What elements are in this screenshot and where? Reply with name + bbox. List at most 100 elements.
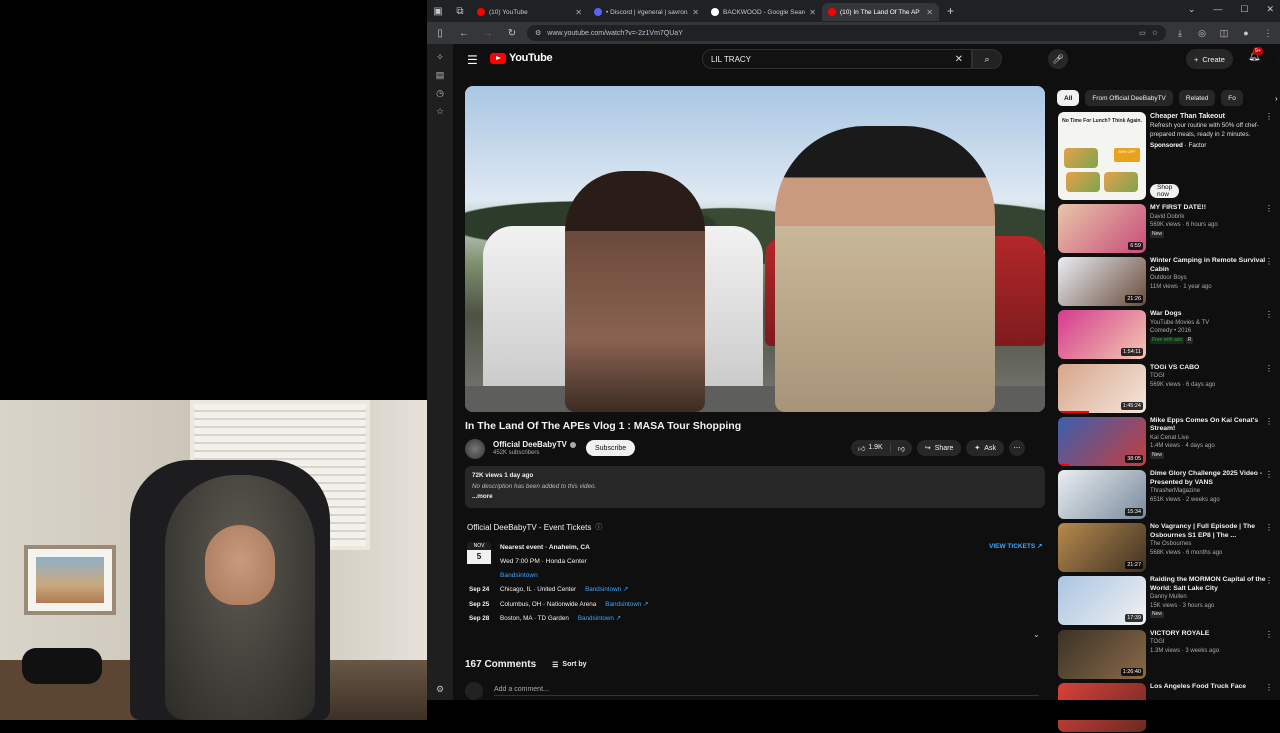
recommended-video[interactable]: 1:54:11 War Dogs YouTube Movies & TV Com…	[1058, 310, 1278, 360]
recommended-video[interactable]: 1:45:24 TOGi VS CABO TOGI 569K views · 6…	[1058, 363, 1278, 414]
filter-chip[interactable]: From Official DeeBabyTV	[1085, 90, 1173, 106]
chips-next-icon[interactable]: ›	[1275, 94, 1278, 103]
video-thumbnail[interactable]: 38:05	[1058, 416, 1146, 466]
download-icon[interactable]: ⤓	[1172, 28, 1188, 39]
video-menu-icon[interactable]: ⋮	[1265, 630, 1273, 639]
tab-title: (10) YouTube	[489, 8, 528, 16]
pip-icon[interactable]: ▭	[1139, 29, 1146, 37]
bookmark-star-icon[interactable]: ☆	[1152, 29, 1158, 37]
video-thumbnail[interactable]: 21:27	[1058, 523, 1146, 573]
favorites-icon[interactable]: ☆	[434, 106, 446, 117]
filter-chip[interactable]: Related	[1178, 90, 1216, 106]
guide-menu-icon[interactable]: ☰	[467, 53, 478, 67]
ad-menu-icon[interactable]: ⋮	[1265, 112, 1273, 121]
reload-icon[interactable]: ↻	[503, 28, 521, 39]
tickets-expand-chevron-icon[interactable]: ⌄	[1033, 630, 1040, 639]
back-icon[interactable]: ←	[455, 28, 473, 39]
sidebar-settings-icon[interactable]: ⚙	[434, 684, 446, 695]
video-thumbnail[interactable]: 1:45:24	[1058, 363, 1146, 413]
close-tab-icon[interactable]: ✕	[692, 8, 699, 17]
account-avatar[interactable]	[1276, 52, 1280, 66]
close-tab-icon[interactable]: ✕	[926, 8, 933, 17]
like-button[interactable]: 👍︎ 1.9K	[851, 443, 891, 453]
history-icon[interactable]: ◷	[434, 88, 446, 99]
video-thumbnail[interactable]: 6:59	[1058, 204, 1146, 253]
shop-now-button[interactable]: Shop now	[1150, 184, 1180, 198]
view-tickets-link[interactable]: VIEW TICKETS ↗	[989, 542, 1043, 550]
description-more[interactable]: ...more	[472, 492, 1038, 503]
video-menu-icon[interactable]: ⋮	[1265, 417, 1273, 426]
filter-chip[interactable]: Fo	[1221, 90, 1243, 106]
video-menu-icon[interactable]: ⋮	[1265, 683, 1273, 692]
tab-groups-icon[interactable]: ⧉	[449, 0, 471, 22]
video-menu-icon[interactable]: ⋮	[1265, 364, 1273, 373]
video-thumbnail[interactable]: 1:54:11	[1058, 310, 1146, 360]
video-thumbnail[interactable]: 21:26	[1058, 257, 1146, 307]
filter-chip[interactable]: All	[1057, 90, 1080, 106]
forward-icon[interactable]: →	[479, 28, 497, 39]
search-button[interactable]: ⌕	[972, 49, 1002, 69]
menu-dots-icon[interactable]: ⋮	[1260, 28, 1276, 39]
video-menu-icon[interactable]: ⋮	[1265, 310, 1273, 319]
sort-comments-button[interactable]: ☰ Sort by	[552, 661, 586, 669]
video-menu-icon[interactable]: ⋮	[1265, 257, 1273, 266]
recommended-video[interactable]: 21:27 No Vagrancy | Full Episode | The O…	[1058, 523, 1278, 573]
create-button[interactable]: + Create	[1186, 49, 1233, 69]
video-thumbnail[interactable]: 15:34	[1058, 470, 1146, 519]
address-bar[interactable]: ⚙ www.youtube.com/watch?v=-2z1Vm7QUaY ▭ …	[527, 25, 1166, 41]
recommended-video[interactable]: 17:39 Raiding the MORMON Capital of the …	[1058, 576, 1278, 626]
close-tab-icon[interactable]: ✕	[809, 8, 816, 17]
description-box[interactable]: 72K views 1 day ago No description has b…	[465, 466, 1045, 508]
browser-tab[interactable]: • Discord | #general | savrona's ✕	[588, 3, 705, 21]
site-info-icon[interactable]: ⚙	[535, 29, 541, 37]
info-icon[interactable]: ⓘ	[595, 522, 602, 532]
recommended-video[interactable]: 6:59 MY FIRST DATE!! David Dobrik 569K v…	[1058, 204, 1278, 254]
notes-icon[interactable]: ▤	[434, 70, 446, 81]
video-menu-icon[interactable]: ⋮	[1265, 204, 1273, 213]
close-tab-icon[interactable]: ✕	[575, 8, 582, 17]
recommended-video[interactable]: 15:34 Dime Glory Challenge 2025 Video - …	[1058, 470, 1278, 520]
search-input[interactable]: LIL TRACY ✕	[702, 49, 972, 69]
dislike-button[interactable]: 👎︎	[891, 444, 912, 453]
video-menu-icon[interactable]: ⋮	[1265, 576, 1273, 585]
recommended-video[interactable]: 1:26:40 VICTORY ROYALE TOGI 1.3M views ·…	[1058, 629, 1278, 680]
new-tab-button[interactable]: +	[939, 4, 962, 18]
channel-avatar[interactable]	[465, 439, 485, 459]
sidebar-toggle-icon[interactable]: ▯	[431, 28, 449, 39]
recommended-video[interactable]: 38:05 Mike Epps Comes On Kai Cenat's Str…	[1058, 416, 1278, 467]
ask-button[interactable]: ✦ Ask	[966, 440, 1004, 456]
subscribe-button[interactable]: Subscribe	[586, 440, 636, 456]
share-button[interactable]: ↪ Share	[916, 440, 962, 456]
description-text: No description has been added to this vi…	[472, 482, 597, 490]
video-menu-icon[interactable]: ⋮	[1265, 470, 1273, 479]
video-thumbnail[interactable]: 17:39	[1058, 576, 1146, 626]
ad-thumbnail[interactable]: No Time For Lunch? Think Again. 50% OFF	[1058, 112, 1146, 200]
minimize-icon[interactable]: —	[1213, 4, 1222, 15]
browser-tab[interactable]: (10) YouTube ✕	[471, 3, 588, 21]
clear-search-icon[interactable]: ✕	[955, 54, 963, 65]
event-seller-link[interactable]: Bandsintown ↗	[605, 601, 648, 608]
nearest-event-seller-link[interactable]: Bandsintown	[500, 569, 590, 583]
video-thumbnail[interactable]: 1:26:40	[1058, 629, 1146, 679]
video-player[interactable]	[465, 86, 1045, 412]
browser-tab[interactable]: BACKWOOD - Google Search ✕	[705, 3, 822, 21]
tab-search-icon[interactable]: ⌄	[1188, 4, 1196, 15]
account-icon[interactable]: ◎	[1194, 28, 1210, 39]
voice-search-icon[interactable]: 🎤︎	[1048, 49, 1068, 69]
extensions-icon[interactable]: ◫	[1216, 28, 1232, 39]
recommended-video[interactable]: 21:26 Winter Camping in Remote Survival …	[1058, 257, 1278, 307]
maximize-icon[interactable]: ☐	[1240, 4, 1248, 15]
more-actions-icon[interactable]: ⋯	[1008, 440, 1025, 456]
profile-icon[interactable]: ●	[1238, 28, 1254, 38]
notifications-bell-icon[interactable]: 🔔︎ 9+	[1248, 47, 1263, 62]
tab-actions-icon[interactable]: ▣	[427, 0, 449, 22]
close-window-icon[interactable]: ✕	[1266, 4, 1274, 15]
add-comment-input[interactable]: Add a comment...	[494, 686, 1039, 696]
ai-icon[interactable]: ✧	[434, 52, 446, 63]
video-menu-icon[interactable]: ⋮	[1265, 523, 1273, 532]
event-seller-link[interactable]: Bandsintown ↗	[578, 615, 621, 622]
event-seller-link[interactable]: Bandsintown ↗	[585, 586, 628, 593]
browser-tab[interactable]: (10) In The Land Of The AP ✕	[822, 3, 939, 21]
youtube-logo[interactable]: YouTube	[490, 52, 553, 64]
channel-name[interactable]: Official DeeBabyTV	[493, 440, 576, 449]
